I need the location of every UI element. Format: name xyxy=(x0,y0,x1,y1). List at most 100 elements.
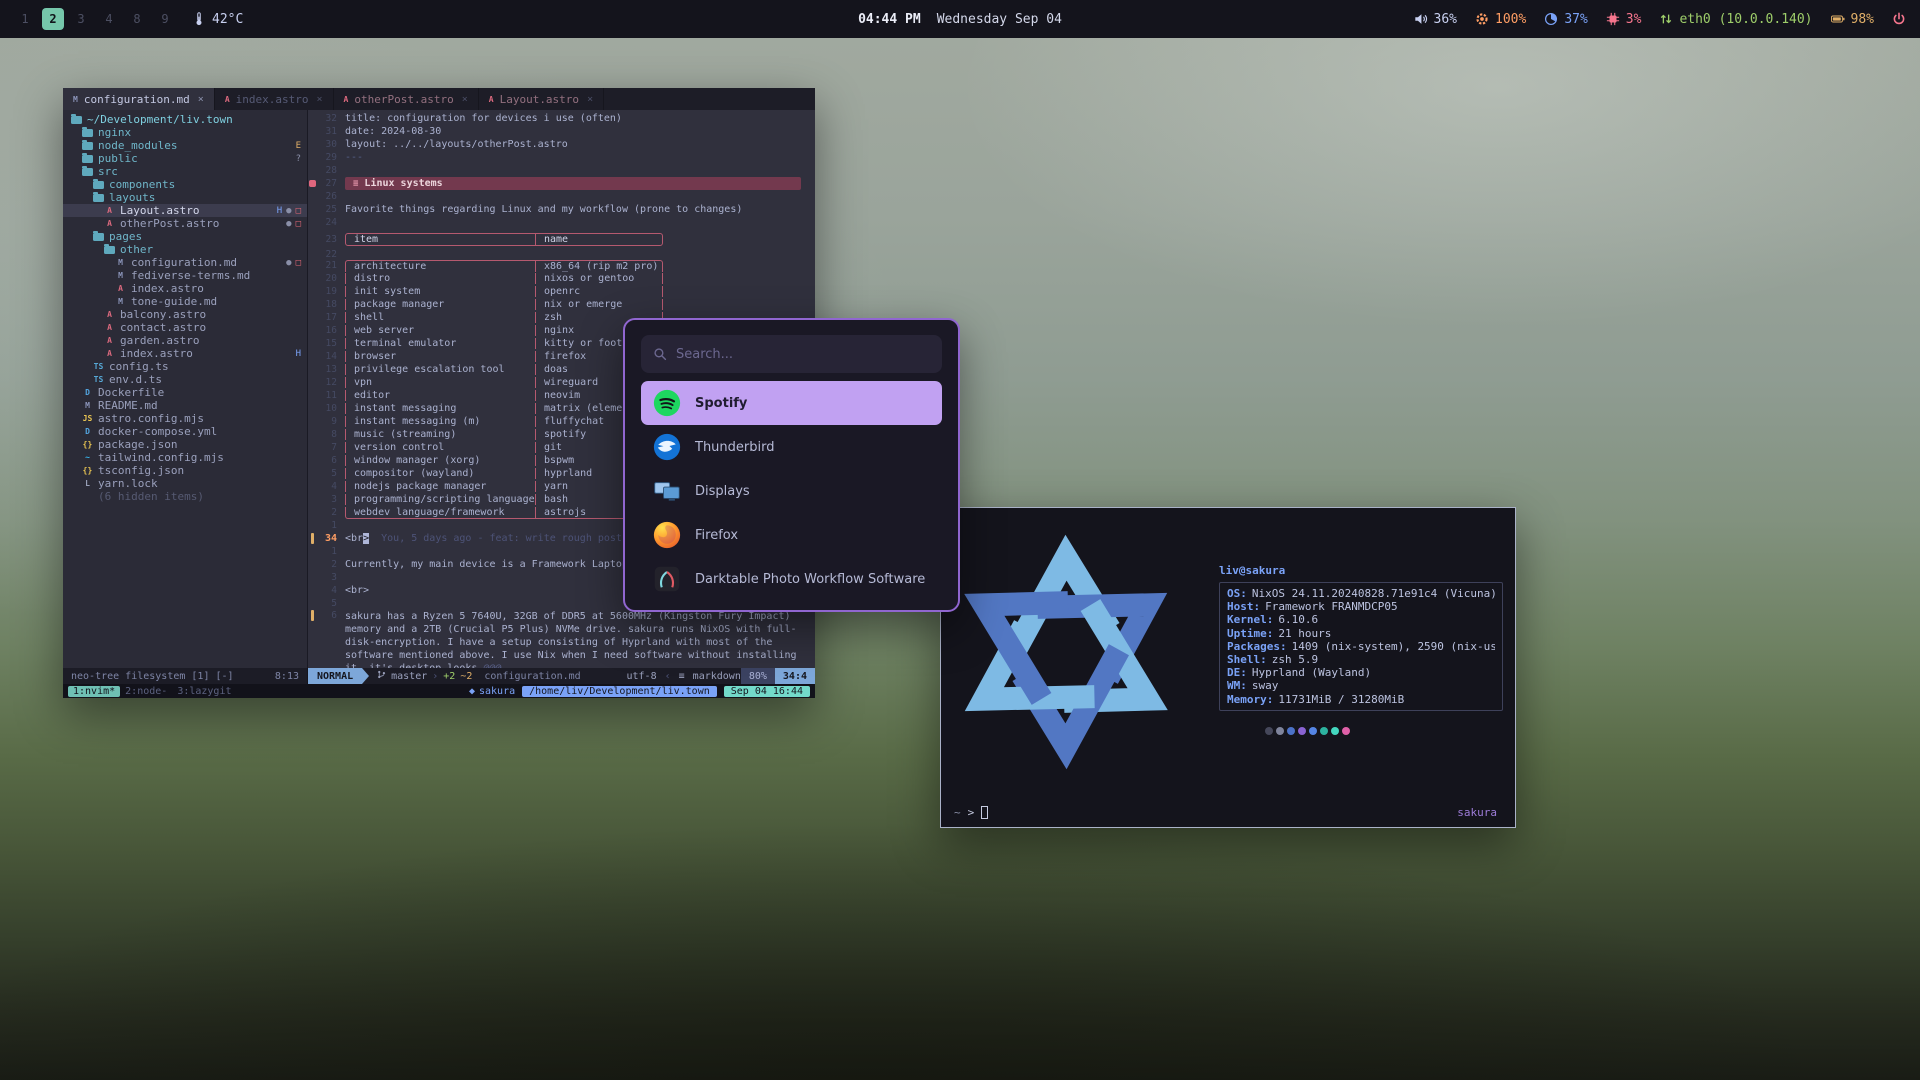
astro-file-icon: A xyxy=(344,95,349,104)
line-text: package managernix or emerge xyxy=(345,299,663,310)
tree-item-label: components xyxy=(109,178,175,191)
tree-item-yarn.lock[interactable]: Lyarn.lock xyxy=(63,477,307,490)
folder-icon xyxy=(80,142,95,150)
table-row: version controlgit xyxy=(345,442,663,453)
tree-item-(6 hidden items)[interactable]: (6 hidden items) xyxy=(63,490,307,503)
launcher-item-Darktable Photo Workflow Software[interactable]: Darktable Photo Workflow Software xyxy=(641,557,942,601)
tree-item-README.md[interactable]: MREADME.md xyxy=(63,399,307,412)
md-file-icon: M xyxy=(113,297,128,306)
editor-line: 30layout: ../../layouts/otherPost.astro xyxy=(308,138,815,151)
terminal-title: sakura xyxy=(1457,806,1497,819)
tab-otherPost.astro[interactable]: AotherPost.astro× xyxy=(334,88,479,110)
tree-item-Dockerfile[interactable]: DDockerfile xyxy=(63,386,307,399)
tree-item-astro.config.mjs[interactable]: JSastro.config.mjs xyxy=(63,412,307,425)
line-text: webdev language/frameworkastrojs xyxy=(345,507,663,519)
line-text: compositor (wayland)hyprland xyxy=(345,468,663,479)
tmux-window-3:lazygit[interactable]: 3:lazygit xyxy=(172,686,236,697)
tree-item-balcony.astro[interactable]: Abalcony.astro xyxy=(63,308,307,321)
tree-item-package.json[interactable]: {}package.json xyxy=(63,438,307,451)
shell-prompt[interactable]: ~ > xyxy=(954,806,988,819)
tree-item-garden.astro[interactable]: Agarden.astro xyxy=(63,334,307,347)
editor-line: 29--- xyxy=(308,151,815,164)
launcher-search-box[interactable] xyxy=(641,335,942,373)
workspace-button-8[interactable]: 8 xyxy=(126,8,148,30)
tree-item-label: tailwind.config.mjs xyxy=(98,451,224,464)
sign-column xyxy=(308,610,317,621)
module-power[interactable] xyxy=(1892,12,1906,26)
line-text: --- xyxy=(345,152,363,163)
tree-item-configuration.md[interactable]: Mconfiguration.md●□ xyxy=(63,256,307,269)
tree-item-~/Development/liv.town[interactable]: ~/Development/liv.town xyxy=(63,113,307,126)
tree-item-public[interactable]: public? xyxy=(63,152,307,165)
line-number: 3 xyxy=(317,494,345,505)
launcher-item-Displays[interactable]: Displays xyxy=(641,469,942,513)
tree-item-tailwind.config.mjs[interactable]: ~tailwind.config.mjs xyxy=(63,451,307,464)
tree-item-Layout.astro[interactable]: ALayout.astroH●□ xyxy=(63,204,307,217)
tree-item-index.astro[interactable]: Aindex.astroH xyxy=(63,347,307,360)
module-volume[interactable]: 36% xyxy=(1414,12,1457,27)
tab-Layout.astro[interactable]: ALayout.astro× xyxy=(479,88,604,110)
tmux-window-list: 1:nvim*2:node-3:lazygit xyxy=(68,686,237,697)
workspace-button-1[interactable]: 1 xyxy=(14,8,36,30)
table-cell-item: init system xyxy=(346,286,536,297)
tmux-window-1:nvim*[interactable]: 1:nvim* xyxy=(68,686,120,697)
launcher-item-Thunderbird[interactable]: Thunderbird xyxy=(641,425,942,469)
powerline-separator xyxy=(362,668,369,684)
module-disk-value: 37% xyxy=(1564,12,1587,27)
tree-item-otherPost.astro[interactable]: AotherPost.astro●□ xyxy=(63,217,307,230)
tree-item-index.astro[interactable]: Aindex.astro xyxy=(63,282,307,295)
tree-item-tone-guide.md[interactable]: Mtone-guide.md xyxy=(63,295,307,308)
tree-item-label: configuration.md xyxy=(131,256,237,269)
filetype-label: markdown xyxy=(693,671,741,682)
tree-item-config.ts[interactable]: TSconfig.ts xyxy=(63,360,307,373)
heading-text: Linux systems xyxy=(364,178,442,189)
module-disk[interactable]: 37% xyxy=(1544,12,1587,27)
table-header-cell: item xyxy=(346,234,536,245)
launcher-item-Firefox[interactable]: Firefox xyxy=(641,513,942,557)
js-file-icon: JS xyxy=(80,414,95,423)
git-change-sign xyxy=(311,610,314,621)
tree-item-tsconfig.json[interactable]: {}tsconfig.json xyxy=(63,464,307,477)
tree-item-fediverse-terms.md[interactable]: Mfediverse-terms.md xyxy=(63,269,307,282)
tree-item-pages[interactable]: pages xyxy=(63,230,307,243)
tab-configuration.md[interactable]: Mconfiguration.md× xyxy=(63,88,215,110)
tree-item-docker-compose.yml[interactable]: Ddocker-compose.yml xyxy=(63,425,307,438)
tree-item-src[interactable]: src xyxy=(63,165,307,178)
fetch-label: WM: xyxy=(1227,679,1247,692)
tmux-window-2:node-[interactable]: 2:node- xyxy=(120,686,172,697)
line-number: 29 xyxy=(317,152,345,163)
tree-item-nginx[interactable]: nginx xyxy=(63,126,307,139)
tree-item-layouts[interactable]: layouts xyxy=(63,191,307,204)
tree-item-label: pages xyxy=(109,230,142,243)
tree-item-contact.astro[interactable]: Acontact.astro xyxy=(63,321,307,334)
fetch-row-Shell: Shell:zsh 5.9 xyxy=(1227,653,1495,666)
battery-icon xyxy=(1831,12,1845,26)
workspace-button-2[interactable]: 2 xyxy=(42,8,64,30)
module-cpu[interactable]: 3% xyxy=(1606,12,1642,27)
module-network[interactable]: eth0 (10.0.0.140) xyxy=(1659,12,1812,27)
module-battery[interactable]: 98% xyxy=(1831,12,1874,27)
workspace-button-4[interactable]: 4 xyxy=(98,8,120,30)
table-row: init systemopenrc xyxy=(345,286,663,297)
module-brightness[interactable]: 100% xyxy=(1475,12,1526,27)
tree-item-components[interactable]: components xyxy=(63,178,307,191)
thermometer-icon xyxy=(192,12,206,26)
editor-line: 18package managernix or emerge xyxy=(308,298,815,311)
tree-item-label: config.ts xyxy=(109,360,169,373)
temperature-module[interactable]: 42°C xyxy=(192,12,243,27)
workspace-button-3[interactable]: 3 xyxy=(70,8,92,30)
astro-file-icon: A xyxy=(102,310,117,319)
launcher-item-Spotify[interactable]: Spotify xyxy=(641,381,942,425)
table-cell-item: version control xyxy=(346,442,536,453)
fetch-row-WM: WM:sway xyxy=(1227,679,1495,692)
line-text: Currently, my main device is a Framework… xyxy=(345,559,646,570)
line-number: 11 xyxy=(317,390,345,401)
search-input[interactable] xyxy=(676,347,930,362)
tree-item-env.d.ts[interactable]: TSenv.d.ts xyxy=(63,373,307,386)
table-cell-item: vpn xyxy=(346,377,536,388)
tab-index.astro[interactable]: Aindex.astro× xyxy=(215,88,334,110)
workspace-button-9[interactable]: 9 xyxy=(154,8,176,30)
tree-item-node_modules[interactable]: node_modulesE xyxy=(63,139,307,152)
tree-item-other[interactable]: other xyxy=(63,243,307,256)
folder-icon xyxy=(69,116,84,124)
